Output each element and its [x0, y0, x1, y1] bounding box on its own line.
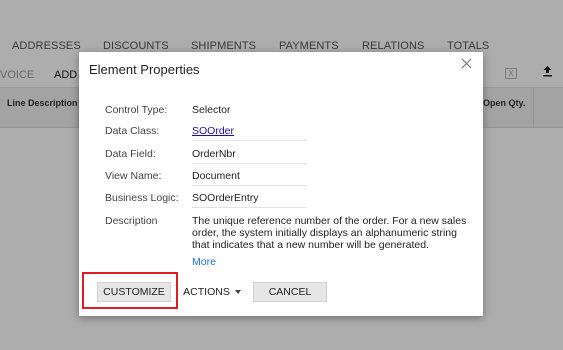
- actions-dropdown-button[interactable]: ACTIONS: [177, 282, 247, 302]
- property-value: OrderNbr: [192, 148, 236, 160]
- description-text: The unique reference number of the order…: [192, 215, 467, 251]
- field-underline: [192, 140, 307, 141]
- close-icon[interactable]: [461, 58, 472, 69]
- data-class-link[interactable]: SOOrder: [192, 125, 234, 137]
- property-label: Data Class:: [105, 125, 160, 137]
- actions-label: ACTIONS: [183, 286, 230, 298]
- chevron-down-icon: [234, 290, 241, 295]
- property-value: Selector: [192, 104, 231, 116]
- property-label: Data Field:: [105, 148, 156, 160]
- cancel-button[interactable]: CANCEL: [253, 282, 327, 302]
- property-value: Document: [192, 170, 240, 182]
- dialog-title: Element Properties: [89, 62, 200, 77]
- property-label: View Name:: [105, 170, 162, 182]
- property-value: SOOrderEntry: [192, 192, 259, 204]
- property-control-type: Control Type: Selector: [105, 104, 305, 124]
- property-view-name: View Name: Document: [105, 170, 307, 190]
- property-label: Control Type:: [105, 104, 168, 116]
- field-underline: [192, 207, 307, 208]
- description-label: Description: [105, 215, 158, 227]
- field-underline: [192, 185, 307, 186]
- property-business-logic: Business Logic: SOOrderEntry: [105, 192, 307, 212]
- more-link[interactable]: More: [192, 256, 216, 268]
- property-label: Business Logic:: [105, 192, 179, 204]
- property-data-field: Data Field: OrderNbr: [105, 148, 307, 168]
- property-data-class: Data Class: SOOrder: [105, 125, 307, 145]
- customize-highlight-box: [82, 272, 178, 309]
- field-underline: [192, 163, 307, 164]
